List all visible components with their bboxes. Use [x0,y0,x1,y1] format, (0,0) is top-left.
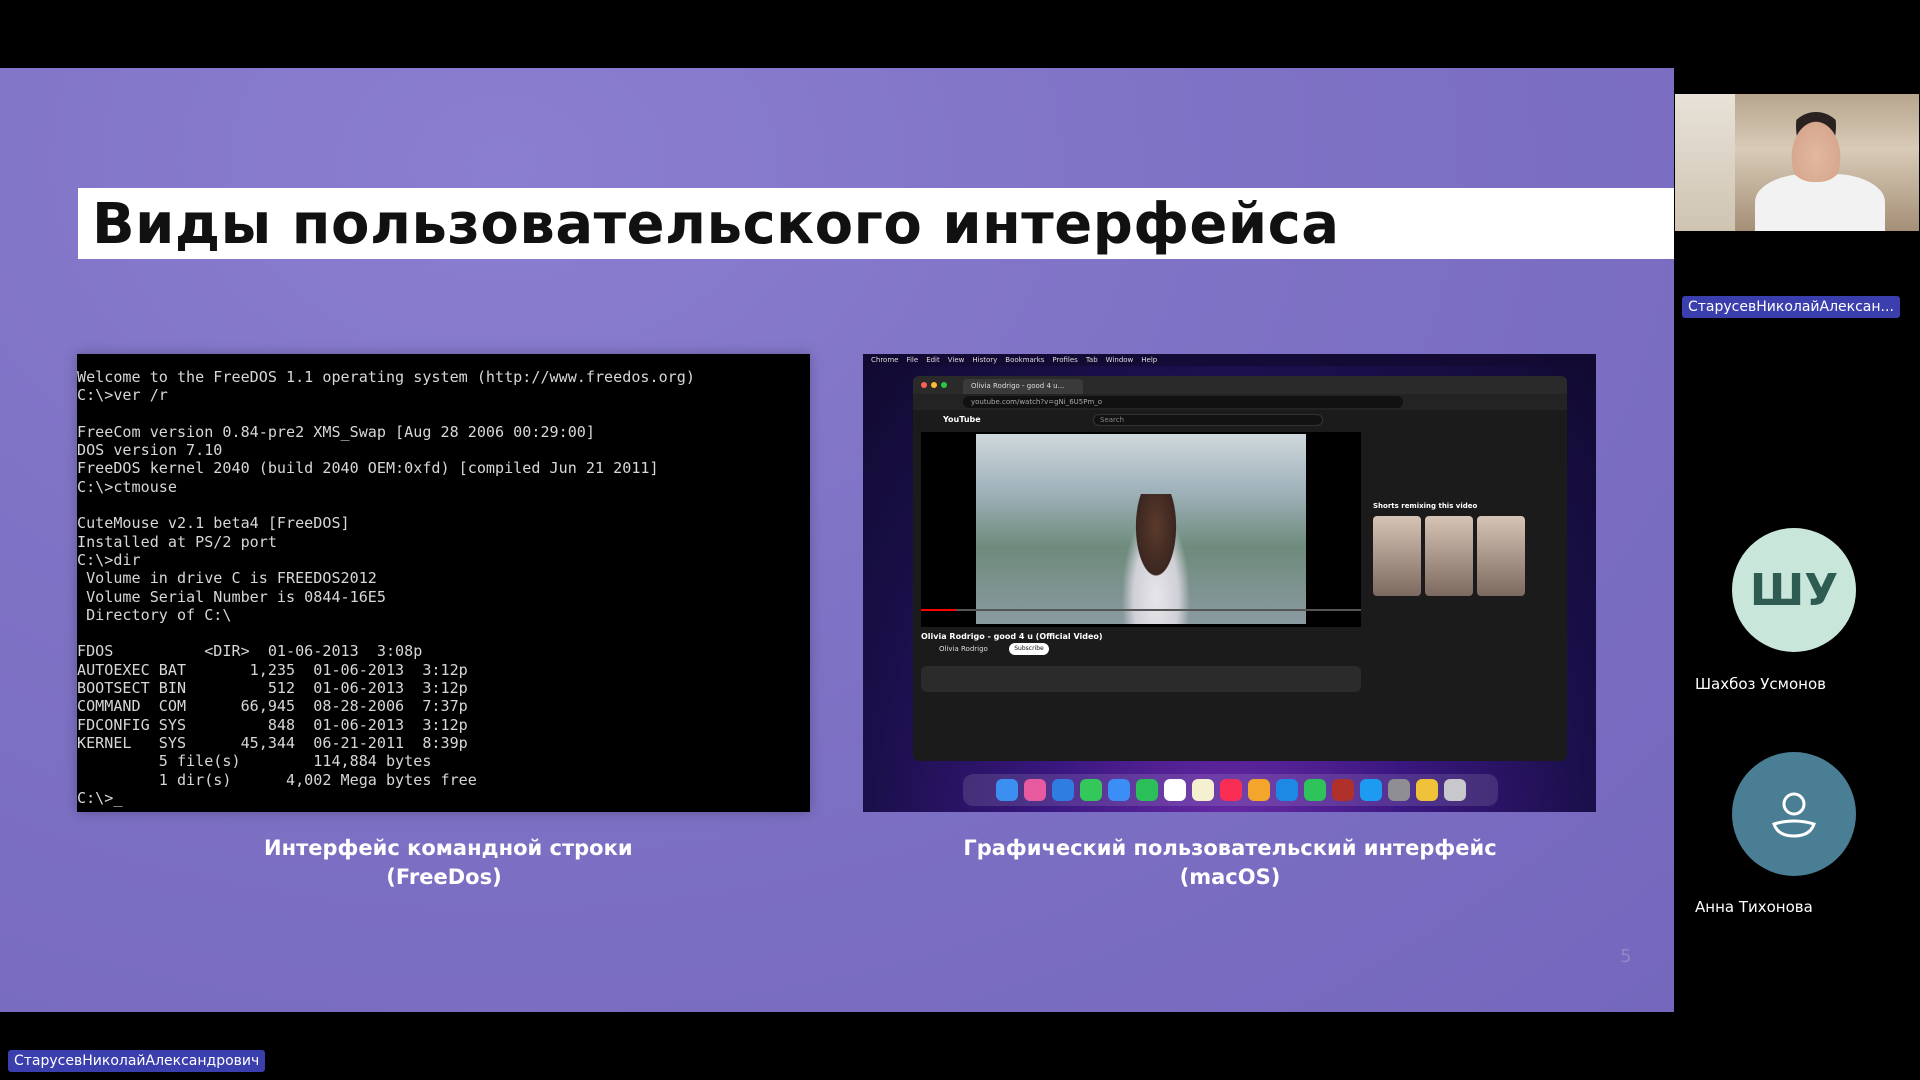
video-description [921,666,1361,692]
facetime-icon [1135,779,1158,801]
presentation-slide: Виды пользовательского интерфейса Welcom… [0,68,1674,1012]
video-frame [976,434,1306,624]
mac-menu-item: Edit [926,356,940,364]
caption-gui: Графический пользовательский интерфейс (… [960,834,1500,892]
caption-gui-line2: (macOS) [1179,865,1281,889]
mac-menubar: Chrome File Edit View History Bookmarks Profil… [863,354,1596,366]
caption-cli-line1: Интерфейс командной строки [264,836,633,860]
self-name-tag: СтарусевНиколайАлександрович [8,1050,266,1072]
video-channel: Olivia Rodrigo [939,645,988,653]
caption-gui-line1: Графический пользовательский интерфейс [963,836,1497,860]
mac-menu-item: File [906,356,919,364]
participant-avatar-shu[interactable]: ШУ [1732,528,1856,652]
keynote-icon [1275,779,1298,801]
caption-cli-line2: (FreeDos) [386,865,502,889]
shorts-row [1373,516,1553,596]
safari-icon [1051,779,1074,801]
dictionary-icon [1331,779,1354,801]
numbers-icon [1303,779,1326,801]
mac-menu-item: Bookmarks [1005,356,1045,364]
short-thumb [1477,516,1525,596]
chrome-icon [1415,779,1438,801]
shorts-title: Shorts remixing this video [1373,502,1478,510]
user-icon [1772,792,1816,838]
avatar-initials: ШУ [1749,564,1839,616]
mac-menu-item: View [947,356,965,364]
launchpad-icon [1023,779,1046,801]
youtube-header: YouTube Search [913,410,1567,430]
close-dot-icon [921,382,927,388]
mac-menu-item: Window [1105,356,1134,364]
video-progress [921,609,1361,611]
finder-icon [995,779,1018,801]
youtube-logo: YouTube [943,415,981,424]
trash-icon [1443,779,1466,801]
participant-video[interactable] [1675,94,1919,231]
address-bar-row: youtube.com/watch?v=gNi_6U5Pm_o [913,394,1567,410]
slide-title-bar: Виды пользовательского интерфейса [78,188,1674,259]
music-icon [1219,779,1242,801]
messages-icon [1079,779,1102,801]
video-title: Olivia Rodrigo - good 4 u (Official Vide… [921,632,1103,641]
settings-icon [1387,779,1410,801]
participant-avatar-at[interactable] [1732,752,1856,876]
caption-cli: Интерфейс командной строки (FreeDos) [264,834,633,892]
participant-name-2: Анна Тихонова [1695,898,1813,916]
short-thumb [1373,516,1421,596]
terminal-text: Welcome to the FreeDOS 1.1 operating sys… [77,368,695,807]
mac-menu-item: History [972,356,998,364]
mac-menu-item: Profiles [1052,356,1078,364]
subscribe-button: Subscribe [1009,643,1049,655]
notes-icon [1191,779,1214,801]
person-body [1755,174,1885,231]
youtube-search: Search [1093,414,1323,426]
app-store-icon [1359,779,1382,801]
browser-tab: Olivia Rodrigo - good 4 u... [963,379,1083,394]
calendar-icon [1163,779,1186,801]
browser-window: Olivia Rodrigo - good 4 u... youtube.com… [913,376,1567,761]
mac-menu-item: Tab [1085,356,1098,364]
zoom-dot-icon [941,382,947,388]
participant-name-1: Шахбоз Усмонов [1695,675,1826,693]
slide-title: Виды пользовательского интерфейса [92,192,1340,257]
mac-menu-item: Help [1141,356,1158,364]
background-window [1675,94,1735,231]
participant-video-name: СтарусевНиколайАлексан... [1682,296,1900,318]
person-head [1785,112,1847,182]
minimize-dot-icon [931,382,937,388]
mac-dock [963,774,1498,806]
mail-icon [1107,779,1130,801]
video-player [921,432,1361,627]
address-bar: youtube.com/watch?v=gNi_6U5Pm_o [963,396,1403,408]
page-number: 5 [1620,946,1632,967]
browser-tabbar: Olivia Rodrigo - good 4 u... [913,376,1567,394]
freedos-terminal-screenshot: Welcome to the FreeDOS 1.1 operating sys… [77,354,810,812]
short-thumb [1425,516,1473,596]
macos-screenshot: Chrome File Edit View History Bookmarks Profil… [863,354,1596,812]
pages-icon [1247,779,1270,801]
video-person-image [1116,494,1196,624]
related-sidebar: Shorts remixing this video [1373,434,1553,734]
mac-menu-item: Chrome [871,356,899,364]
